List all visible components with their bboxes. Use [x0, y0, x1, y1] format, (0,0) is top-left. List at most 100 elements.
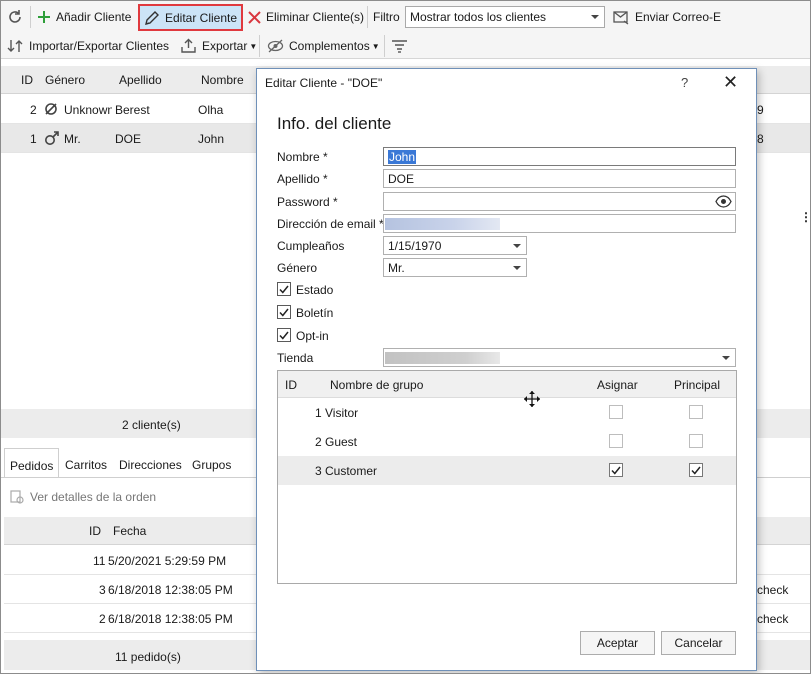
order-tail: check	[757, 612, 789, 626]
customer-groups-table: ID Nombre de grupo Asignar Principal 1 V…	[277, 370, 737, 584]
send-email-button[interactable]: Enviar Correo-E	[613, 5, 721, 29]
delete-customer-button[interactable]: Eliminar Cliente(s)	[248, 5, 364, 29]
redacted-email	[385, 218, 500, 230]
password-field[interactable]	[383, 192, 736, 211]
group-id: 1	[315, 406, 322, 420]
table-row[interactable]: 2 Guest	[278, 427, 736, 456]
gender-dropdown[interactable]: Mr.	[383, 258, 527, 277]
section-title: Info. del cliente	[277, 114, 392, 133]
group-name: Visitor	[325, 406, 359, 420]
tab-carts[interactable]: Carritos	[60, 448, 112, 478]
checkmark-icon	[611, 466, 621, 475]
birthday-value: 1/15/1970	[388, 239, 442, 253]
gender-unknown-icon	[45, 103, 57, 115]
send-email-label: Enviar Correo-E	[635, 10, 722, 24]
column-header-id[interactable]: ID	[21, 73, 33, 87]
gender-label: Género	[277, 261, 318, 275]
last-name-field[interactable]: DOE	[383, 169, 736, 188]
row-last-name: DOE	[115, 132, 142, 146]
export-icon	[181, 38, 196, 53]
groups-column-id[interactable]: ID	[285, 378, 297, 392]
store-dropdown[interactable]	[383, 348, 736, 367]
groups-column-name[interactable]: Nombre de grupo	[330, 378, 423, 392]
birthday-date-picker[interactable]: 1/15/1970	[383, 236, 527, 255]
view-order-details-button[interactable]: Ver detalles de la orden	[9, 485, 156, 509]
add-customer-button[interactable]: Añadir Cliente	[37, 5, 131, 29]
export-button[interactable]: Exportar ▼	[180, 34, 257, 58]
filter-label: Filtro	[373, 10, 400, 24]
addons-eye-icon	[267, 39, 284, 53]
show-password-eye-icon[interactable]	[715, 195, 732, 208]
import-export-button[interactable]: Importar/Exportar Clientes	[7, 34, 169, 58]
assign-checkbox[interactable]	[609, 434, 623, 448]
addons-button[interactable]: Complementos ▼	[267, 34, 380, 58]
dialog-title: Editar Cliente - "DOE"	[265, 76, 383, 90]
optin-checkbox[interactable]	[277, 328, 291, 342]
row-first-name: Olha	[198, 103, 224, 117]
order-id: 3	[99, 583, 106, 597]
order-date: 6/18/2018 12:38:05 PM	[108, 583, 233, 597]
groups-column-main[interactable]: Principal	[674, 378, 720, 392]
gender-value: Mr.	[388, 261, 405, 275]
order-id: 11	[93, 554, 106, 568]
refresh-button[interactable]	[7, 5, 23, 29]
cancel-button[interactable]: Cancelar	[661, 631, 736, 655]
main-checkbox[interactable]	[689, 434, 703, 448]
status-label: Estado	[296, 283, 334, 297]
redacted-store	[385, 352, 500, 364]
group-id: 2	[315, 435, 322, 449]
close-icon[interactable]: ✕	[723, 73, 738, 91]
column-header-last-name[interactable]: Apellido	[119, 73, 162, 87]
email-field[interactable]	[383, 214, 736, 233]
group-name: Guest	[325, 435, 358, 449]
row-first-name: John	[198, 132, 225, 146]
delete-x-icon	[248, 10, 261, 24]
store-label: Tienda	[277, 351, 314, 365]
accept-button[interactable]: Aceptar	[580, 631, 655, 655]
filter-dropdown[interactable]: Mostrar todos los clientes	[405, 6, 605, 28]
main-checkbox[interactable]	[689, 463, 703, 477]
row-tail-value: 9	[757, 103, 764, 117]
assign-checkbox[interactable]	[609, 405, 623, 419]
tab-addresses[interactable]: Direcciones	[114, 448, 187, 478]
password-label: Password *	[277, 195, 338, 209]
first-name-field[interactable]: John	[383, 147, 736, 166]
help-icon[interactable]: ?	[681, 75, 688, 90]
table-row[interactable]: 1 Visitor	[278, 398, 736, 427]
dropdown-arrow-icon: ▼	[249, 41, 258, 51]
chevron-down-icon[interactable]	[513, 244, 521, 248]
edit-customer-dialog: Editar Cliente - "DOE" ? ✕ Info. del cli…	[256, 68, 757, 671]
column-header-order-id[interactable]: ID	[89, 524, 101, 538]
tab-orders[interactable]: Pedidos	[4, 448, 60, 478]
checkmark-icon	[279, 331, 289, 340]
tab-groups[interactable]: Grupos	[187, 448, 236, 478]
status-checkbox[interactable]	[277, 282, 291, 296]
column-header-first-name[interactable]: Nombre	[201, 73, 244, 87]
table-row[interactable]: 3 Customer	[278, 456, 736, 485]
row-id: 1	[30, 132, 37, 146]
group-id: 3	[315, 464, 322, 478]
view-order-details-label: Ver detalles de la orden	[30, 490, 157, 504]
column-header-date[interactable]: Fecha	[113, 524, 146, 538]
checkmark-icon	[279, 285, 289, 294]
order-date: 6/18/2018 12:38:05 PM	[108, 612, 233, 626]
optin-label: Opt-in	[296, 329, 329, 343]
order-id: 2	[99, 612, 106, 626]
main-checkbox[interactable]	[689, 405, 703, 419]
add-customer-label: Añadir Cliente	[56, 10, 132, 24]
groups-column-assign[interactable]: Asignar	[597, 378, 638, 392]
column-header-gender[interactable]: Género	[45, 73, 85, 87]
assign-checkbox[interactable]	[609, 463, 623, 477]
delete-customer-label: Eliminar Cliente(s)	[266, 10, 365, 24]
last-name-value: DOE	[388, 172, 415, 186]
row-tail-value: 8	[757, 132, 764, 146]
splitter-handle-icon[interactable]: ⋮	[800, 210, 811, 224]
newsletter-checkbox[interactable]	[277, 305, 291, 319]
edit-customer-button[interactable]: Editar Cliente	[138, 4, 244, 31]
toolbar: Añadir Cliente Editar Cliente Eliminar C…	[1, 1, 810, 59]
columns-filter-button[interactable]	[391, 34, 408, 58]
order-tail: check	[757, 583, 789, 597]
dropdown-arrow-icon: ▼	[371, 41, 380, 51]
order-date: 5/20/2021 5:29:59 PM	[108, 554, 227, 568]
first-name-label: Nombre *	[277, 150, 328, 164]
